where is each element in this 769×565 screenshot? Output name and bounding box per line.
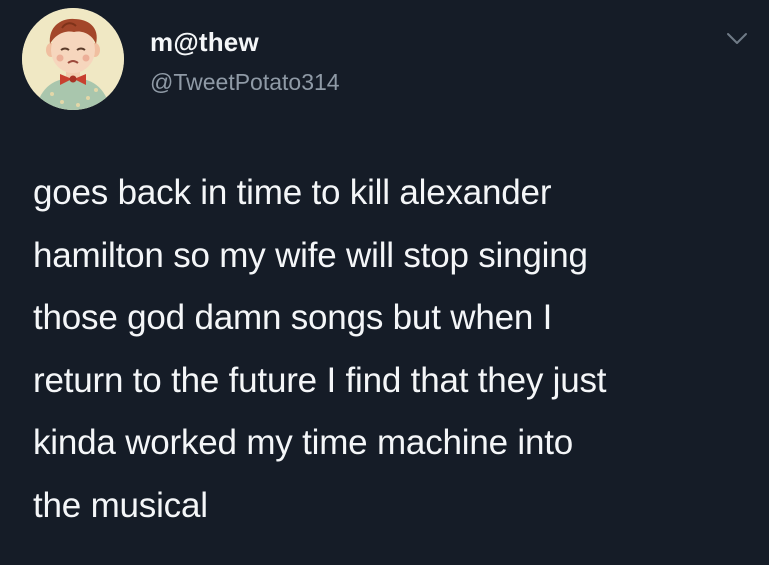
avatar-illustration-icon: [22, 8, 124, 110]
tweet-text-line: goes back in time to kill alexander: [33, 173, 552, 212]
chevron-down-icon[interactable]: [723, 26, 751, 50]
tweet-text-line: kinda worked my time machine into: [33, 423, 574, 462]
avatar[interactable]: [22, 8, 124, 110]
tweet-text-line: those god damn songs but when I: [33, 298, 553, 337]
tweet-text-line: hamilton so my wife will stop singing: [33, 235, 588, 275]
tweet-text: goes back in time to kill alexander hami…: [33, 162, 743, 537]
tweet-text-line: return to the future I find that they ju…: [33, 360, 607, 400]
tweet-card: m@thew @TweetPotato314 goes back in time…: [0, 0, 769, 565]
display-name[interactable]: m@thew: [150, 29, 259, 55]
tweet-text-line: the musical: [33, 485, 208, 525]
user-handle[interactable]: @TweetPotato314: [150, 71, 340, 94]
